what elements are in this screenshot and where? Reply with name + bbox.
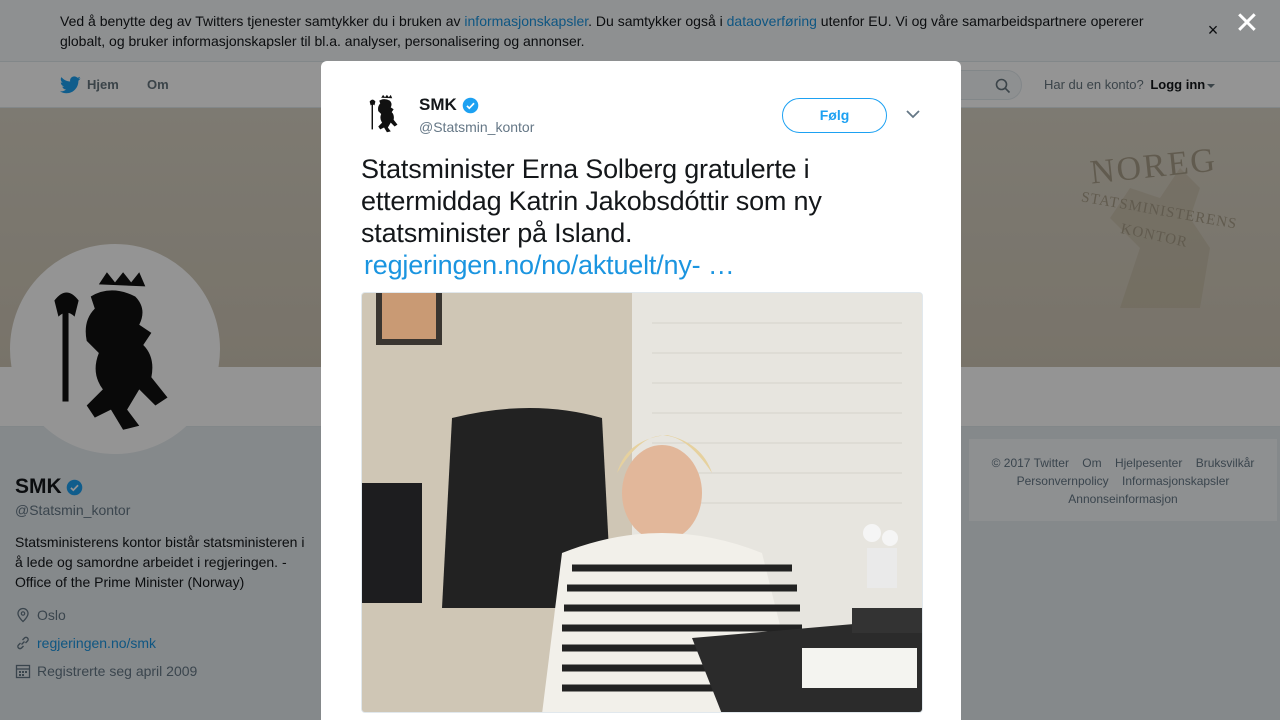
close-icon[interactable]: ✕: [1234, 9, 1260, 39]
verified-badge-icon: [462, 97, 479, 113]
tweet-author-avatar[interactable]: [361, 91, 409, 139]
tweet-body: Statsminister Erna Solberg gratulerte i …: [361, 154, 822, 248]
tweet-photo-image: [362, 293, 922, 712]
tweet-link[interactable]: regjeringen.no/no/aktuelt/ny- …: [361, 249, 921, 281]
tweet-text: Statsminister Erna Solberg gratulerte i …: [361, 153, 921, 281]
tweet-author-handle[interactable]: @Statsmin_kontor: [419, 118, 534, 136]
tweet-photo[interactable]: [361, 292, 923, 713]
tweet-author-name-text: SMK: [419, 95, 457, 114]
tweet-modal: SMK @Statsmin_kontor Følg Statsminister …: [321, 61, 961, 720]
chevron-down-icon[interactable]: [905, 108, 921, 120]
follow-button[interactable]: Følg: [782, 98, 887, 133]
tweet-author-name[interactable]: SMK: [419, 95, 479, 115]
